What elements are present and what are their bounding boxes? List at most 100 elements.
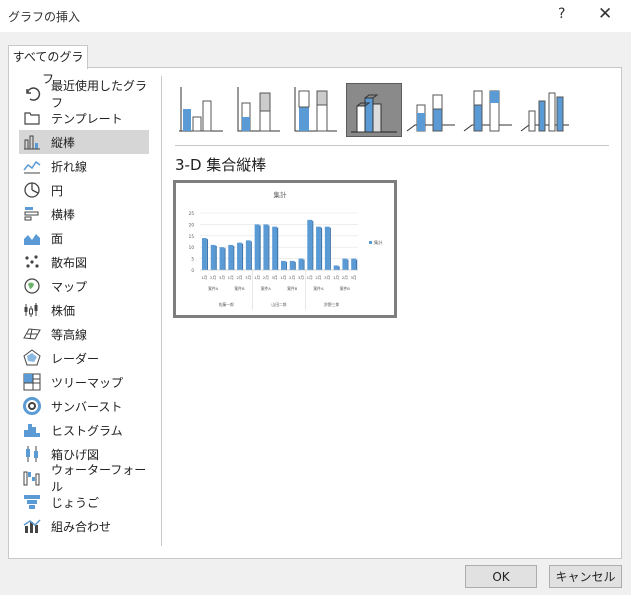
- bar: [263, 224, 269, 270]
- bar: [210, 244, 216, 270]
- group-label: 案件B: [234, 286, 245, 291]
- vertical-divider: [161, 76, 162, 546]
- bar: [201, 238, 207, 270]
- x-tick-label: 1月: [307, 275, 313, 280]
- x-tick-label: 1月: [254, 275, 260, 280]
- sidebar-item-label: 組み合わせ: [51, 519, 112, 534]
- sidebar-item-label: ツリーマップ: [51, 375, 124, 390]
- sidebar-item-label: じょうご: [51, 495, 100, 510]
- bar-side: [206, 239, 209, 270]
- sidebar-item[interactable]: 折れ線: [19, 154, 149, 178]
- cancel-button[interactable]: キャンセル: [549, 565, 622, 588]
- 3d-100-stacked-column-icon[interactable]: [460, 83, 516, 137]
- 3d-stacked-column-icon[interactable]: [403, 83, 459, 137]
- chart-preview[interactable]: 集計 25 20 15 10 5 0 1月 2月 3月 1月 2月 3月 1月 2月 3月 1月 2月 3月 1月 2月…: [173, 180, 397, 318]
- x-tick-label: 3月: [272, 275, 278, 280]
- histogram-icon: [23, 421, 41, 439]
- bar: [351, 258, 357, 270]
- treemap-icon: [23, 373, 41, 391]
- sidebar-item-label: 横棒: [51, 207, 76, 222]
- group-label: 案件B: [340, 286, 351, 291]
- sidebar-item[interactable]: マップ: [19, 274, 149, 298]
- ok-button[interactable]: OK: [465, 565, 537, 588]
- legend-swatch: [369, 241, 372, 244]
- sidebar-item-label: 株価: [51, 303, 76, 318]
- funnel-icon: [23, 493, 41, 511]
- chart-preview-svg: 集計25201510501月 2月 3月 1月 2月 3月 1月 2月 3月 1月 2月 3月 1月 2月…: [189, 190, 382, 310]
- sidebar-item-label: ヒストグラム: [51, 423, 123, 438]
- sidebar-item[interactable]: 面: [19, 226, 149, 250]
- x-tick-label: 3月: [324, 275, 330, 280]
- bar: [289, 260, 295, 270]
- x-tick-label: 2月: [236, 275, 242, 280]
- group-label: 案件A: [208, 286, 219, 291]
- sidebar-item[interactable]: ツリーマップ: [19, 370, 149, 394]
- clustered-column-icon[interactable]: [175, 83, 231, 137]
- box-whisker-icon: [23, 445, 41, 463]
- bar: [298, 258, 304, 270]
- x-tick-label: 1月: [333, 275, 339, 280]
- sidebar-item[interactable]: 等高線: [19, 322, 149, 346]
- radar-chart-icon: [23, 349, 41, 367]
- x-tick-label: 2月: [263, 275, 269, 280]
- title-bar: グラフの挿入 ? ✕: [0, 0, 631, 32]
- sunburst-icon: [23, 397, 41, 415]
- 100-stacked-column-icon[interactable]: [289, 83, 345, 137]
- sidebar-item[interactable]: サンバースト: [19, 394, 149, 418]
- sidebar-item-label: レーダー: [51, 351, 100, 366]
- sidebar-item[interactable]: 最近使用したグラフ: [19, 79, 149, 110]
- bar: [245, 240, 251, 270]
- sidebar-item[interactable]: 円: [19, 178, 149, 202]
- bar-side: [303, 259, 305, 270]
- x-tick-label: 1月: [228, 275, 234, 280]
- 3d-clustered-column-icon[interactable]: [346, 83, 402, 137]
- bar-side: [338, 266, 340, 270]
- person-label: 鈴野三郎: [324, 302, 339, 307]
- bar-side: [259, 225, 261, 270]
- stacked-column-icon[interactable]: [232, 83, 288, 137]
- sidebar-item[interactable]: 株価: [19, 298, 149, 322]
- help-button[interactable]: ?: [558, 6, 565, 22]
- sidebar-item-label: 箱ひげ図: [51, 447, 100, 462]
- sidebar-item[interactable]: 横棒: [19, 202, 149, 226]
- bar-side: [329, 227, 331, 270]
- sidebar-item[interactable]: ヒストグラム: [19, 418, 149, 442]
- sidebar-item[interactable]: 縦棒: [19, 130, 149, 154]
- x-tick-label: 3月: [298, 275, 304, 280]
- horizontal-divider: [175, 145, 609, 146]
- y-tick-label: 10: [189, 245, 195, 250]
- sidebar-item-label: 面: [51, 231, 64, 246]
- 3d-column-icon[interactable]: [517, 83, 573, 137]
- window-title: グラフの挿入: [8, 10, 81, 24]
- y-tick-label: 15: [189, 234, 195, 239]
- bar-side: [356, 259, 358, 270]
- sidebar-item-label: 円: [51, 183, 64, 198]
- sidebar-item-label: テンプレート: [51, 111, 123, 126]
- sidebar-item[interactable]: ウォーターフォール: [19, 463, 149, 494]
- tab-all-charts[interactable]: すべてのグラフ: [8, 45, 88, 86]
- map-chart-icon: [23, 277, 41, 295]
- bar-side: [250, 241, 252, 270]
- y-tick-label: 25: [189, 211, 195, 216]
- sidebar-item[interactable]: 散布図: [19, 250, 149, 274]
- bar-side: [347, 259, 349, 270]
- bar: [324, 226, 330, 270]
- x-tick-label: 2月: [210, 275, 216, 280]
- y-tick-label: 5: [191, 257, 194, 262]
- x-tick-label: 2月: [342, 275, 348, 280]
- bar: [228, 244, 234, 270]
- sidebar-item[interactable]: じょうご: [19, 490, 149, 514]
- x-tick-label: 2月: [315, 275, 321, 280]
- sidebar-item-label: 折れ線: [51, 159, 88, 174]
- recent-icon: [23, 85, 41, 103]
- combo-chart-icon: [23, 517, 41, 535]
- bar: [316, 226, 321, 270]
- bar-side: [320, 227, 323, 270]
- close-button[interactable]: ✕: [598, 4, 612, 24]
- legend-label: 集計: [374, 239, 382, 246]
- sidebar-item[interactable]: レーダー: [19, 346, 149, 370]
- sidebar-item[interactable]: 組み合わせ: [19, 514, 149, 538]
- sidebar-item[interactable]: テンプレート: [19, 106, 149, 130]
- area-chart-icon: [23, 229, 41, 247]
- scatter-chart-icon: [23, 253, 41, 271]
